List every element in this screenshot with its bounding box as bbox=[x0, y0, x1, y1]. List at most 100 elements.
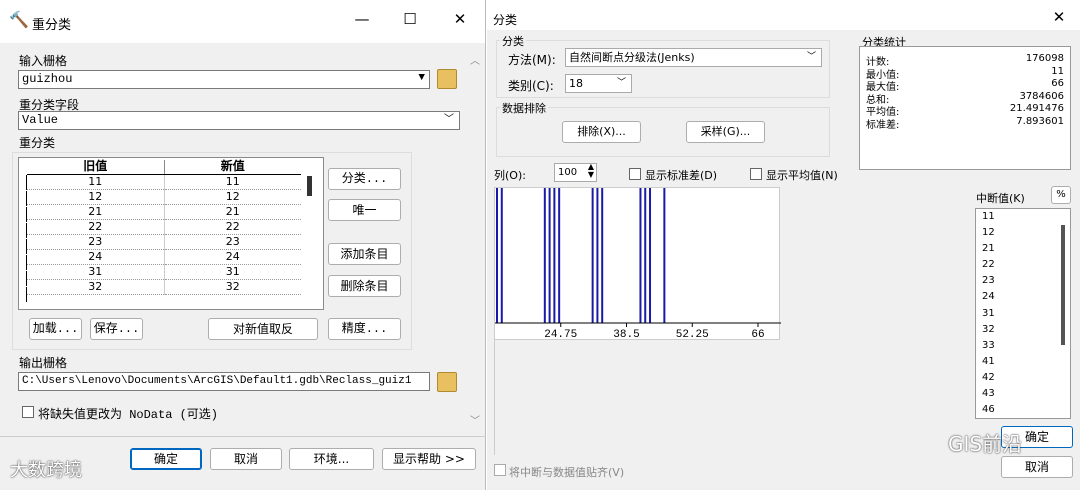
percent-button[interactable]: % bbox=[1051, 186, 1071, 204]
table-row[interactable]: 31 31 bbox=[27, 264, 301, 280]
exclusion-group-title: 数据排除 bbox=[500, 100, 548, 116]
old-value-cell[interactable]: 32 bbox=[27, 279, 164, 295]
row-marker[interactable] bbox=[19, 287, 27, 302]
reverse-new-values-button[interactable]: 对新值取反 bbox=[208, 318, 318, 340]
show-mean-checkbox[interactable] bbox=[750, 168, 762, 180]
stat-row: 计数: 176098 bbox=[866, 53, 1064, 68]
break-value-item[interactable]: 22 bbox=[976, 257, 1070, 273]
break-value-item[interactable]: 12 bbox=[976, 225, 1070, 241]
row-marker[interactable] bbox=[19, 271, 27, 286]
row-marker[interactable] bbox=[19, 207, 27, 222]
classes-select[interactable]: 18 ﹀ bbox=[565, 74, 632, 93]
stat-value: 176098 bbox=[1025, 53, 1064, 64]
table-row[interactable]: 23 23 bbox=[27, 234, 301, 250]
break-value-item[interactable]: 42 bbox=[976, 370, 1070, 386]
row-marker[interactable] bbox=[19, 255, 27, 270]
break-value-item[interactable]: 23 bbox=[976, 273, 1070, 289]
method-chevron-icon[interactable]: ﹀ bbox=[807, 49, 816, 66]
nodata-checkbox[interactable] bbox=[22, 406, 34, 418]
cancel-button[interactable]: 取消 bbox=[210, 448, 282, 470]
break-value-item[interactable]: 32 bbox=[976, 322, 1070, 338]
scroll-up-icon[interactable]: ︿ bbox=[470, 52, 480, 67]
new-value-cell[interactable]: 31 bbox=[163, 264, 301, 280]
reclass-table[interactable]: 旧值 新值 11 11 12 12 21 21 22 22 23 23 24 24 31 31 32 32 bbox=[18, 157, 324, 310]
classify-button[interactable]: 分类... bbox=[328, 168, 401, 190]
close-classification-button[interactable]: ✕ bbox=[1048, 8, 1070, 26]
stat-row: 标准差: 7.893601 bbox=[866, 116, 1064, 131]
old-value-cell[interactable]: 11 bbox=[27, 174, 164, 190]
new-value-cell[interactable]: 12 bbox=[163, 189, 301, 205]
x-tick-label: 38.5 bbox=[613, 329, 639, 341]
load-button[interactable]: 加载... bbox=[29, 318, 82, 340]
new-value-cell[interactable]: 24 bbox=[163, 249, 301, 265]
method-select[interactable]: 自然间断点分级法(Jenks) ﹀ bbox=[565, 48, 822, 67]
spinner-arrows-icon[interactable]: ▲ ▼ bbox=[588, 163, 594, 179]
dropdown-arrow-icon[interactable]: ▼ bbox=[418, 70, 425, 87]
row-marker[interactable] bbox=[19, 175, 27, 190]
columns-spinner[interactable]: 100 ▲ ▼ bbox=[554, 163, 597, 182]
output-raster-label: 输出栅格 bbox=[19, 356, 68, 370]
form-scrollbar[interactable]: ︿ ﹀ bbox=[470, 52, 482, 432]
input-raster-combo[interactable]: guizhou ▼ bbox=[18, 70, 430, 89]
new-value-cell[interactable]: 11 bbox=[163, 174, 301, 190]
snap-checkbox[interactable] bbox=[494, 464, 506, 476]
histogram-left-edge bbox=[494, 340, 495, 455]
break-value-item[interactable]: 11 bbox=[976, 209, 1070, 225]
break-values-list[interactable]: 11 12 21 22 23 24 31 32 33 41 42 43 46 bbox=[975, 208, 1071, 419]
break-list-scrollbar[interactable] bbox=[1061, 225, 1065, 345]
table-row[interactable]: 12 12 bbox=[27, 189, 301, 205]
chevron-down-icon[interactable]: ﹀ bbox=[444, 112, 454, 129]
maximize-button[interactable]: ☐ bbox=[399, 10, 421, 28]
break-value-item[interactable]: 31 bbox=[976, 306, 1070, 322]
new-value-cell[interactable]: 21 bbox=[163, 204, 301, 220]
add-entry-button[interactable]: 添加条目 bbox=[328, 243, 401, 265]
show-std-checkbox[interactable] bbox=[629, 168, 641, 180]
table-row[interactable]: 32 32 bbox=[27, 279, 301, 295]
method-value: 自然间断点分级法(Jenks) bbox=[569, 51, 695, 64]
new-value-cell[interactable]: 32 bbox=[163, 279, 301, 295]
folder-browse-icon[interactable] bbox=[437, 69, 457, 89]
old-value-cell[interactable]: 12 bbox=[27, 189, 164, 205]
old-value-cell[interactable]: 24 bbox=[27, 249, 164, 265]
break-value-item[interactable]: 21 bbox=[976, 241, 1070, 257]
environments-button[interactable]: 环境... bbox=[289, 448, 374, 470]
break-value-item[interactable]: 24 bbox=[976, 289, 1070, 305]
old-value-cell[interactable]: 31 bbox=[27, 264, 164, 280]
show-help-button[interactable]: 显示帮助 >> bbox=[382, 448, 476, 470]
old-value-cell[interactable]: 21 bbox=[27, 204, 164, 220]
new-value-cell[interactable]: 22 bbox=[163, 219, 301, 235]
old-value-cell[interactable]: 23 bbox=[27, 234, 164, 250]
delete-entry-button[interactable]: 删除条目 bbox=[328, 275, 401, 297]
classes-chevron-icon[interactable]: ﹀ bbox=[617, 75, 626, 92]
row-marker[interactable] bbox=[19, 191, 27, 206]
exclusion-button[interactable]: 排除(X)... bbox=[562, 121, 641, 143]
row-marker[interactable] bbox=[19, 223, 27, 238]
table-scrollbar-thumb[interactable] bbox=[307, 176, 312, 196]
close-button[interactable]: ✕ bbox=[449, 10, 471, 28]
row-marker[interactable] bbox=[19, 239, 27, 254]
folder-browse-output-icon[interactable] bbox=[437, 372, 457, 392]
precision-button[interactable]: 精度... bbox=[328, 318, 401, 340]
ok-button[interactable]: 确定 bbox=[130, 448, 202, 470]
table-row[interactable]: 22 22 bbox=[27, 219, 301, 235]
unique-button[interactable]: 唯一 bbox=[328, 199, 401, 221]
output-raster-input[interactable]: C:\Users\Lenovo\Documents\ArcGIS\Default… bbox=[18, 372, 430, 391]
histogram[interactable]: 24.75 38.5 52.25 66 bbox=[494, 187, 781, 341]
old-value-cell[interactable]: 22 bbox=[27, 219, 164, 235]
reclass-field-select[interactable]: Value ﹀ bbox=[18, 111, 460, 130]
breaks-label: 中断值(K) bbox=[976, 192, 1025, 205]
table-row[interactable]: 21 21 bbox=[27, 204, 301, 220]
classification-cancel-button[interactable]: 取消 bbox=[1001, 456, 1073, 478]
break-value-item[interactable]: 43 bbox=[976, 386, 1070, 402]
scroll-down-icon[interactable]: ﹀ bbox=[470, 412, 480, 427]
break-value-item[interactable]: 33 bbox=[976, 338, 1070, 354]
break-value-item[interactable]: 41 bbox=[976, 354, 1070, 370]
table-row[interactable]: 24 24 bbox=[27, 249, 301, 265]
table-row[interactable]: 11 11 bbox=[27, 174, 301, 190]
break-value-item[interactable]: 46 bbox=[976, 402, 1070, 418]
save-button[interactable]: 保存... bbox=[90, 318, 143, 340]
sampling-button[interactable]: 采样(G)... bbox=[686, 121, 765, 143]
minimize-button[interactable]: — bbox=[351, 10, 373, 28]
new-value-cell[interactable]: 23 bbox=[163, 234, 301, 250]
classify-group-title: 分类 bbox=[500, 33, 526, 49]
